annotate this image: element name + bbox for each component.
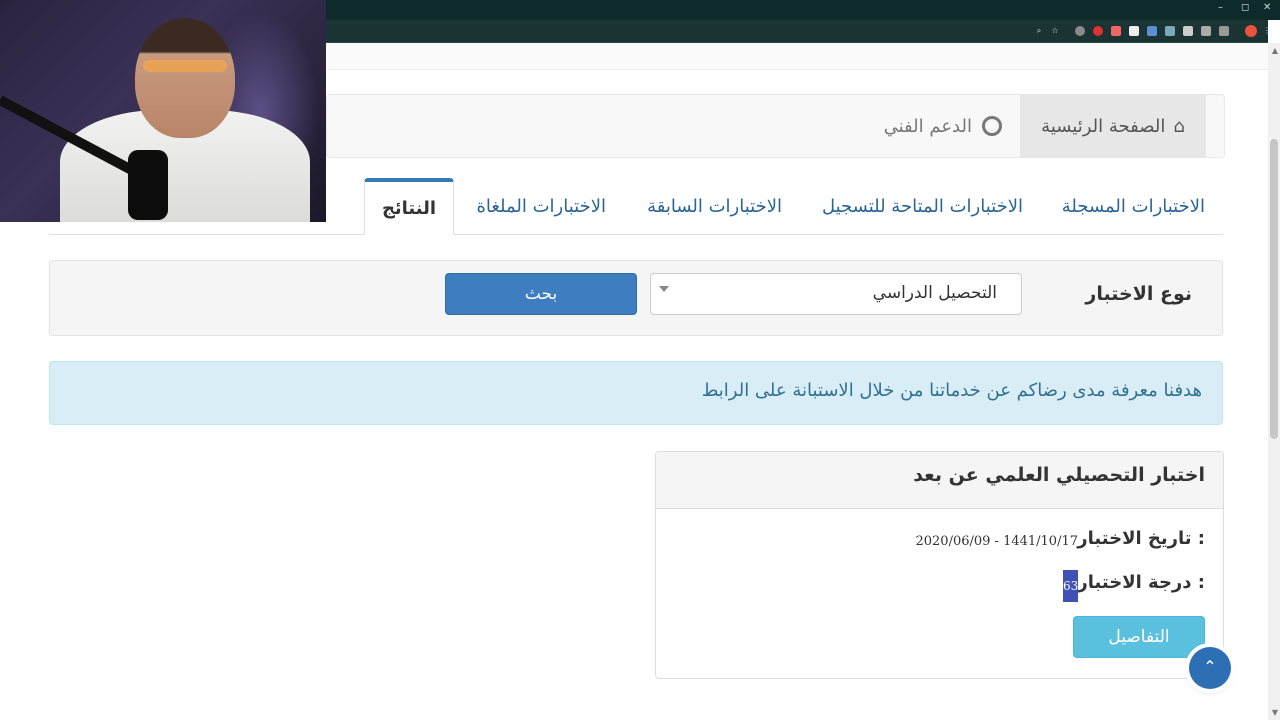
chevron-down-icon <box>659 286 669 292</box>
home-icon: ⌂ <box>1173 115 1185 137</box>
exam-type-select[interactable]: التحصيل الدراسي <box>650 273 1022 315</box>
maximize-icon[interactable]: ◻ <box>1241 2 1249 13</box>
menu-icon[interactable]: ⋮ <box>1262 26 1272 36</box>
tab-registered-exams[interactable]: الاختبارات المسجلة <box>1062 178 1205 234</box>
nav-support-label: الدعم الفني <box>883 115 972 137</box>
bookmark-star-icon[interactable]: ☆ <box>1050 26 1060 36</box>
nav-home-label: الصفحة الرئيسية <box>1041 115 1166 137</box>
search-panel: نوع الاختبار التحصيل الدراسي بحث <box>49 260 1223 336</box>
webcam-overlay <box>0 0 326 222</box>
result-card-title: اختبار التحصيلي العلمي عن بعد <box>913 464 1205 486</box>
nav-home-link[interactable]: الصفحة الرئيسية ⌂ <box>1020 95 1206 157</box>
minimize-icon[interactable]: – <box>1218 2 1223 13</box>
result-card-header: اختبار التحصيلي العلمي عن بعد <box>656 452 1223 509</box>
tab-cancelled-exams[interactable]: الاختبارات الملغاة <box>476 178 606 234</box>
zoom-icon[interactable]: ⌕ <box>1034 26 1044 36</box>
search-button[interactable]: بحث <box>445 273 637 315</box>
details-button[interactable]: التفاصيل <box>1073 616 1205 658</box>
scrollbar-thumb[interactable] <box>1270 139 1278 439</box>
exam-date-label: تاريخ الاختبار : <box>1077 528 1205 549</box>
scroll-up-icon[interactable]: ▲ <box>1272 46 1278 55</box>
survey-alert: هدفنا معرفة مدى رضاكم عن خدماتنا من خلال… <box>49 361 1223 425</box>
extension-icon[interactable] <box>1111 26 1121 36</box>
webcam-person-head <box>135 18 235 138</box>
tab-available-exams[interactable]: الاختبارات المتاحة للتسجيل <box>822 178 1023 234</box>
exam-type-label: نوع الاختبار <box>1085 283 1192 305</box>
extension-icon[interactable] <box>1093 26 1103 36</box>
tab-previous-exams[interactable]: الاختبارات السابقة <box>647 178 782 234</box>
extension-icon[interactable] <box>1075 26 1085 36</box>
extension-icon[interactable] <box>1201 26 1211 36</box>
scroll-down-icon[interactable]: ▼ <box>1272 708 1278 717</box>
site-navbar: الصفحة الرئيسية ⌂ الدعم الفني <box>326 94 1225 158</box>
lifebuoy-icon <box>982 116 1002 136</box>
exam-score-value: 63 <box>1063 570 1078 602</box>
extension-icon[interactable] <box>1129 26 1139 36</box>
exam-type-selected-value: التحصيل الدراسي <box>872 283 997 303</box>
result-card: اختبار التحصيلي العلمي عن بعد تاريخ الاخ… <box>655 451 1224 679</box>
back-to-top-button[interactable]: ⌃ <box>1189 647 1231 689</box>
nav-support-link[interactable]: الدعم الفني <box>884 95 1002 157</box>
survey-alert-text[interactable]: هدفنا معرفة مدى رضاكم عن خدماتنا من خلال… <box>702 380 1202 401</box>
puzzle-icon[interactable] <box>1219 26 1229 36</box>
webcam-person-glasses <box>143 60 227 72</box>
tab-results[interactable]: النتائج <box>364 178 454 235</box>
chevron-up-icon: ⌃ <box>1203 657 1217 676</box>
exam-date-value: 2020/06/09 - 1441/10/17 <box>915 534 1078 549</box>
extension-icon[interactable] <box>1165 26 1175 36</box>
profile-avatar[interactable] <box>1245 25 1257 37</box>
scrollbar[interactable] <box>1268 43 1280 720</box>
close-icon[interactable]: ✕ <box>1263 2 1271 13</box>
extension-icon[interactable] <box>1147 26 1157 36</box>
extension-icon[interactable] <box>1183 26 1193 36</box>
exam-score-label: درجة الاختبار : <box>1077 572 1205 593</box>
microphone <box>128 150 168 220</box>
